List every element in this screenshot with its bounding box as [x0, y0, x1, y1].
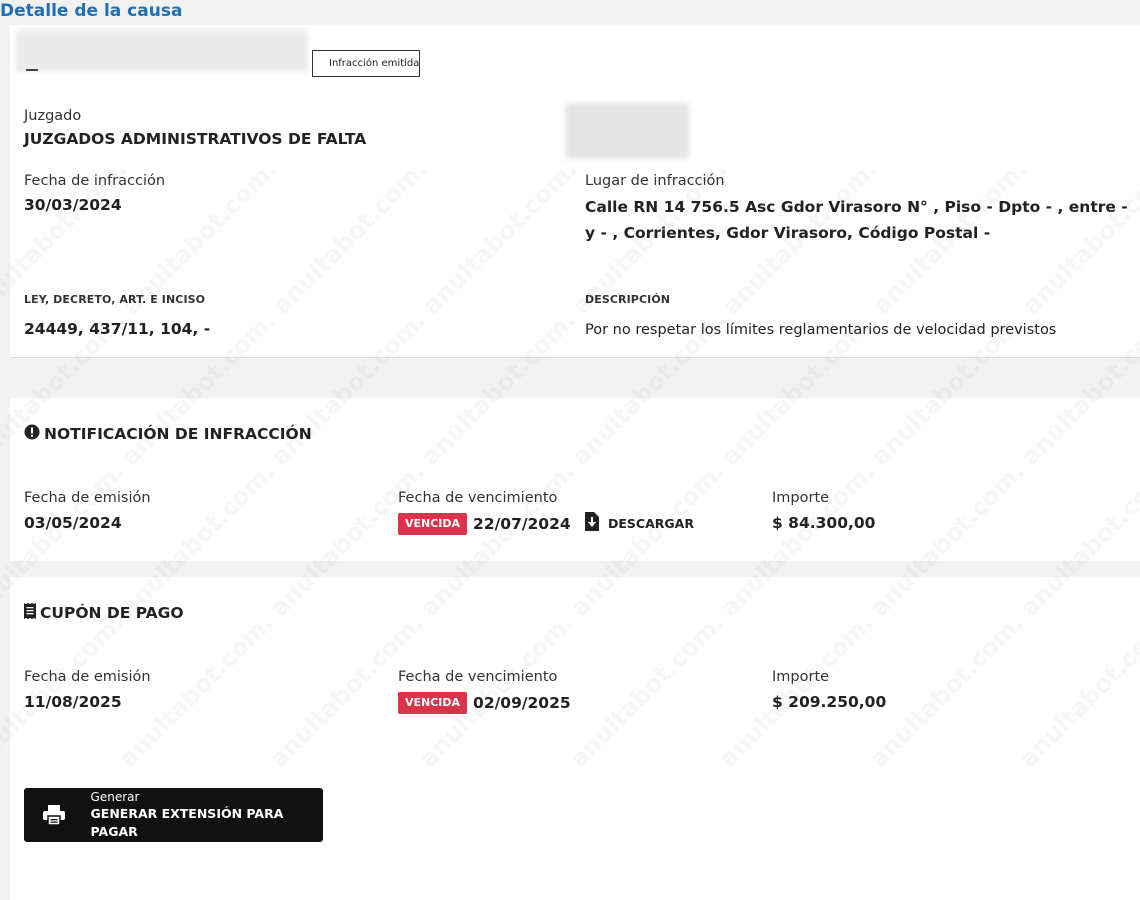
descripcion-label: DESCRIPCIÓN — [585, 293, 671, 306]
vencida-badge: VENCIDA — [398, 513, 468, 535]
cupon-title-label: CUPÓN DE PAGO — [40, 604, 184, 622]
notif-vencimiento: VENCIDA 22/07/2024 — [398, 513, 571, 535]
cupon-vencimiento-label: Fecha de vencimiento — [398, 669, 558, 685]
cupon-card: CUPÓN DE PAGO Fecha de emisión 11/08/202… — [10, 577, 1140, 900]
fecha-infraccion-label: Fecha de infracción — [24, 173, 166, 189]
cupon-emision-label: Fecha de emisión — [24, 669, 151, 685]
file-download-icon — [584, 512, 600, 535]
receipt-icon — [24, 603, 36, 623]
exclamation-circle-icon — [24, 424, 40, 444]
dash-mark — [26, 69, 38, 71]
cupon-vencimiento-value: 02/09/2025 — [473, 694, 571, 712]
cupon-title: CUPÓN DE PAGO — [24, 603, 184, 623]
ley-value: 24449, 437/11, 104, - — [24, 320, 211, 338]
juzgado-label: Juzgado — [24, 108, 82, 124]
notificacion-title-label: NOTIFICACIÓN DE INFRACCIÓN — [44, 425, 312, 443]
cupon-vencimiento: VENCIDA 02/09/2025 — [398, 692, 571, 714]
generar-extension-button[interactable]: Generar GENERAR EXTENSIÓN PARA PAGAR — [24, 788, 323, 842]
notif-vencimiento-value: 22/07/2024 — [473, 515, 571, 533]
notificacion-title: NOTIFICACIÓN DE INFRACCIÓN — [24, 424, 312, 444]
cupon-emision-value: 11/08/2025 — [24, 693, 122, 711]
cupon-importe-value: $ 209.250,00 — [772, 693, 887, 711]
fecha-infraccion-value: 30/03/2024 — [24, 196, 122, 214]
notif-importe-label: Importe — [772, 490, 830, 506]
juzgado-value: JUZGADOS ADMINISTRATIVOS DE FALTA — [24, 130, 367, 148]
notif-emision-value: 03/05/2024 — [24, 514, 122, 532]
printer-icon — [40, 805, 69, 825]
page-title: Detalle de la causa — [0, 1, 183, 21]
notif-vencimiento-label: Fecha de vencimiento — [398, 490, 558, 506]
generar-small-label: Generar — [90, 790, 140, 804]
lugar-label: Lugar de infracción — [585, 173, 725, 189]
status-tag-label: Infracción emitida — [329, 58, 420, 69]
cupon-importe-label: Importe — [772, 669, 830, 685]
generar-main-label: GENERAR EXTENSIÓN PARA PAGAR — [90, 806, 284, 839]
causa-details-card: Infracción emitida Juzgado JUZGADOS ADMI… — [10, 25, 1140, 358]
ley-label: LEY, DECRETO, ART. E INCISO — [24, 293, 206, 306]
redacted-photo — [565, 103, 689, 159]
descargar-label: DESCARGAR — [608, 516, 694, 531]
notificacion-card: NOTIFICACIÓN DE INFRACCIÓN Fecha de emis… — [10, 398, 1140, 561]
notif-importe-value: $ 84.300,00 — [772, 514, 876, 532]
lugar-value: Calle RN 14 756.5 Asc Gdor Virasoro N° ,… — [585, 198, 1128, 242]
redacted-id — [16, 30, 308, 72]
status-tag: Infracción emitida — [312, 50, 420, 77]
notif-emision-label: Fecha de emisión — [24, 490, 151, 506]
vencida-badge: VENCIDA — [398, 692, 468, 714]
descripcion-value: Por no respetar los límites reglamentari… — [585, 322, 1057, 338]
descargar-button[interactable]: DESCARGAR — [584, 512, 694, 535]
